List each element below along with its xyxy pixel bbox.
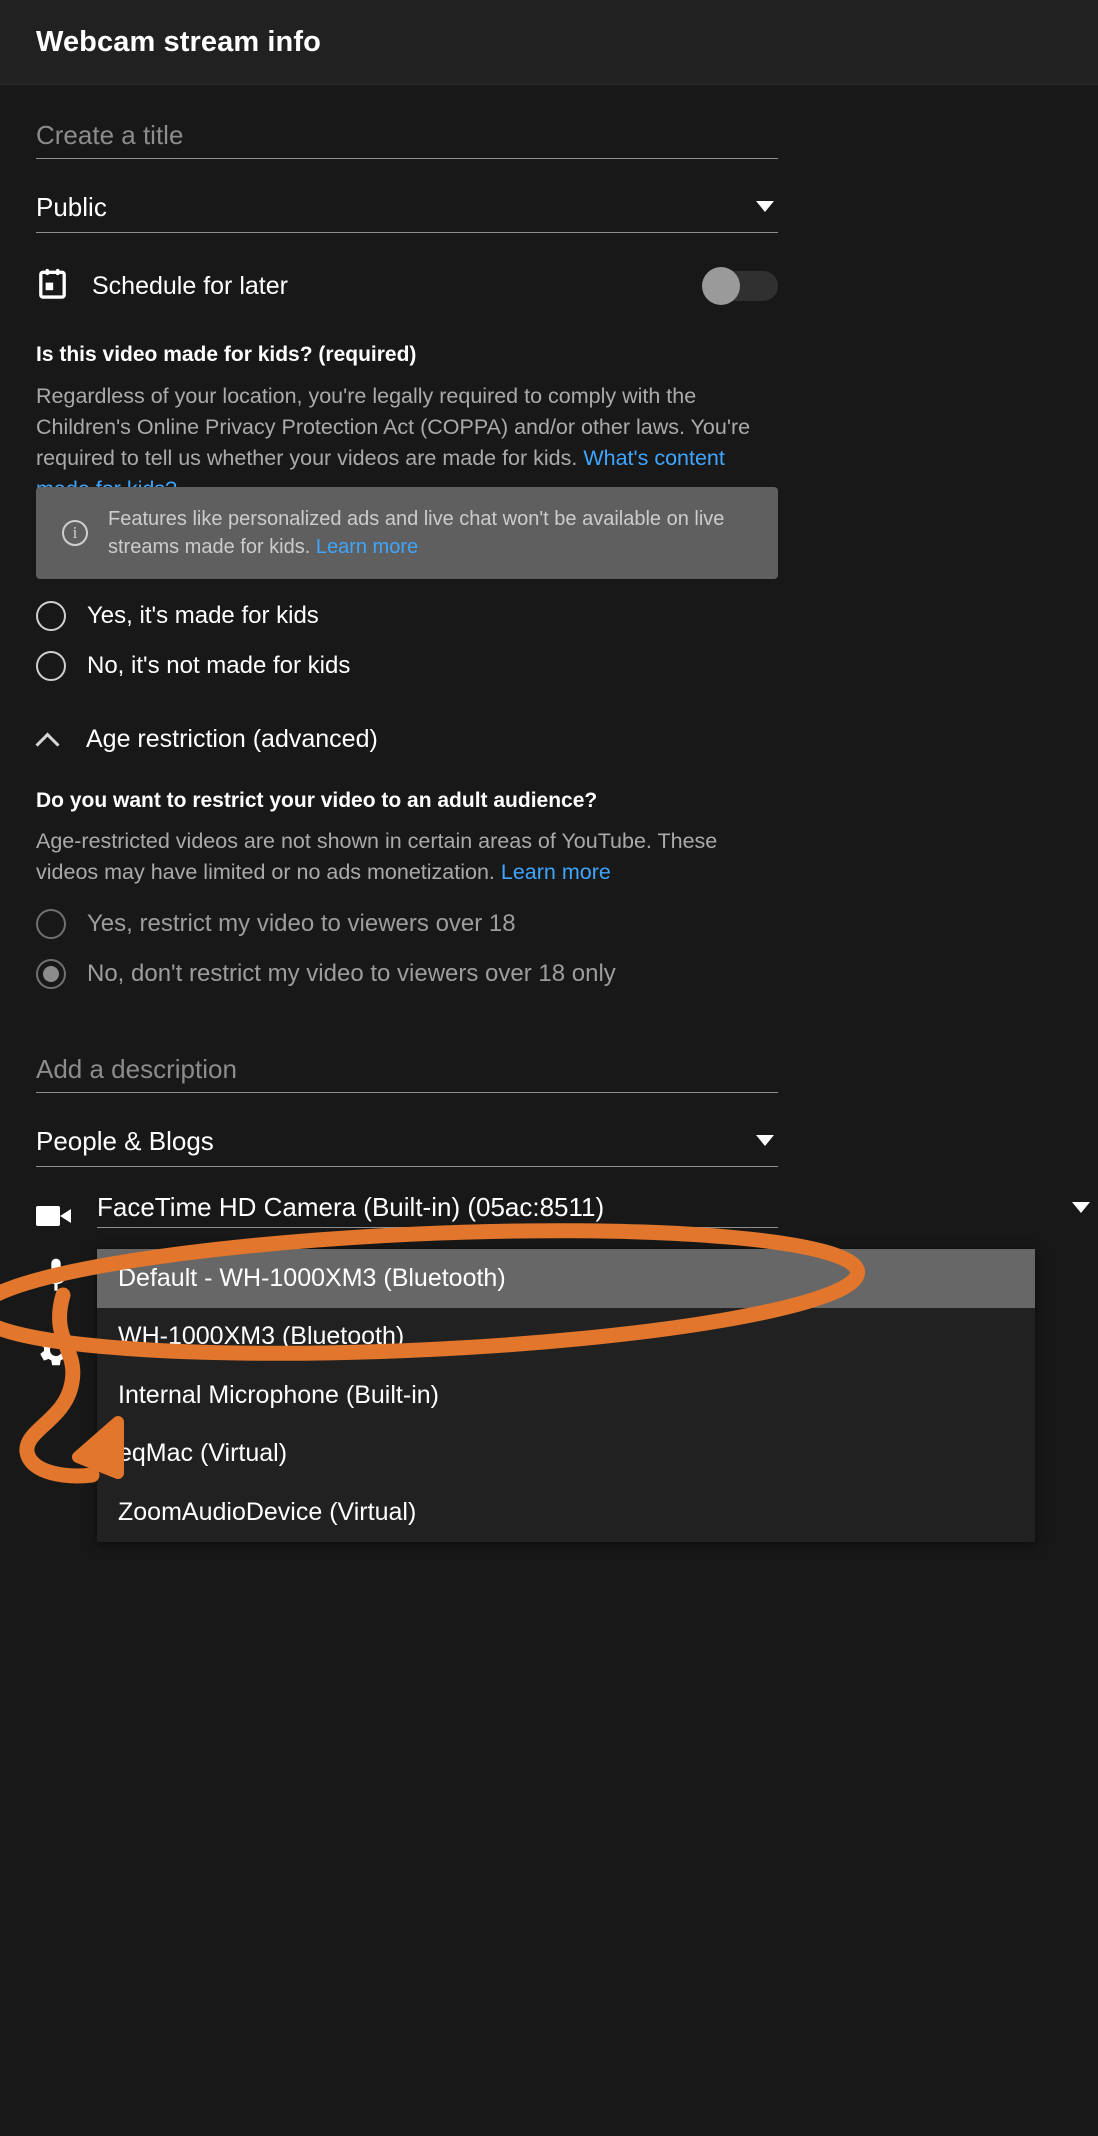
kids-banner-learn-more-link[interactable]: Learn more [316, 536, 418, 558]
audio-device-option[interactable]: ZoomAudioDevice (Virtual) [97, 1483, 1035, 1542]
camera-select-value: FaceTime HD Camera (Built-in) (05ac:8511… [97, 1191, 605, 1222]
info-icon: i [62, 520, 88, 546]
toggle-knob [702, 267, 740, 305]
description-input[interactable]: Add a description [36, 1045, 778, 1093]
age-restriction-section-toggle[interactable]: Age restriction (advanced) [36, 725, 378, 754]
camera-select-underline [97, 1227, 778, 1228]
radio-button [36, 959, 66, 989]
privacy-select-value: Public [36, 191, 107, 222]
radio-made-for-kids-yes[interactable]: Yes, it's made for kids [36, 601, 319, 631]
webcam-stream-info-dialog: Webcam stream info Create a title Public… [0, 0, 1098, 2136]
chevron-down-icon [756, 1135, 774, 1146]
radio-button [36, 651, 66, 681]
radio-age-restrict-yes[interactable]: Yes, restrict my video to viewers over 1… [36, 909, 516, 939]
radio-selected-dot [43, 966, 59, 982]
dialog-body: Create a title Public Schedule for later [0, 85, 1098, 2136]
radio-label: No, it's not made for kids [87, 652, 351, 679]
microphone-icon [40, 1257, 72, 1295]
age-restriction-label: Age restriction (advanced) [86, 725, 378, 753]
category-select-value: People & Blogs [36, 1125, 214, 1156]
stream-title-input[interactable]: Create a title [36, 111, 778, 159]
made-for-kids-info-banner: i Features like personalized ads and liv… [36, 487, 778, 579]
audio-device-dropdown[interactable]: Default - WH-1000XM3 (Bluetooth) WH-1000… [97, 1249, 1035, 1542]
schedule-for-later-row[interactable]: Schedule for later [36, 257, 778, 315]
age-restriction-description: Age-restricted videos are not shown in c… [36, 826, 781, 888]
chevron-down-icon [756, 201, 774, 212]
made-for-kids-info-banner-text: Features like personalized ads and live … [108, 505, 758, 561]
stream-title-placeholder: Create a title [36, 119, 184, 150]
video-camera-icon [36, 1203, 72, 1229]
gear-icon[interactable] [36, 1330, 76, 1370]
made-for-kids-heading: Is this video made for kids? (required) [36, 343, 417, 366]
age-restriction-learn-more-link[interactable]: Learn more [501, 860, 611, 884]
radio-age-restrict-no[interactable]: No, don't restrict my video to viewers o… [36, 959, 616, 989]
page-title: Webcam stream info [36, 25, 321, 58]
audio-device-option[interactable]: Internal Microphone (Built-in) [97, 1366, 1035, 1425]
radio-label: No, don't restrict my video to viewers o… [87, 960, 616, 987]
audio-device-option[interactable]: Default - WH-1000XM3 (Bluetooth) [97, 1249, 1035, 1308]
radio-button [36, 909, 66, 939]
chevron-up-icon [36, 729, 58, 751]
dialog-header: Webcam stream info [0, 0, 1098, 85]
schedule-toggle[interactable] [702, 267, 778, 305]
audio-device-option[interactable]: eqMac (Virtual) [97, 1424, 1035, 1483]
radio-made-for-kids-no[interactable]: No, it's not made for kids [36, 651, 350, 681]
radio-label: Yes, it's made for kids [87, 602, 319, 629]
chevron-down-icon [1072, 1202, 1090, 1213]
radio-button [36, 601, 66, 631]
privacy-select[interactable]: Public [36, 181, 778, 233]
radio-label: Yes, restrict my video to viewers over 1… [87, 910, 516, 937]
age-restriction-question: Do you want to restrict your video to an… [36, 789, 598, 812]
audio-device-option[interactable]: WH-1000XM3 (Bluetooth) [97, 1307, 1035, 1366]
category-select[interactable]: People & Blogs [36, 1115, 778, 1167]
calendar-icon [36, 267, 69, 306]
description-placeholder: Add a description [36, 1053, 237, 1084]
schedule-for-later-label: Schedule for later [92, 271, 288, 300]
age-restriction-description-text: Age-restricted videos are not shown in c… [36, 829, 718, 884]
